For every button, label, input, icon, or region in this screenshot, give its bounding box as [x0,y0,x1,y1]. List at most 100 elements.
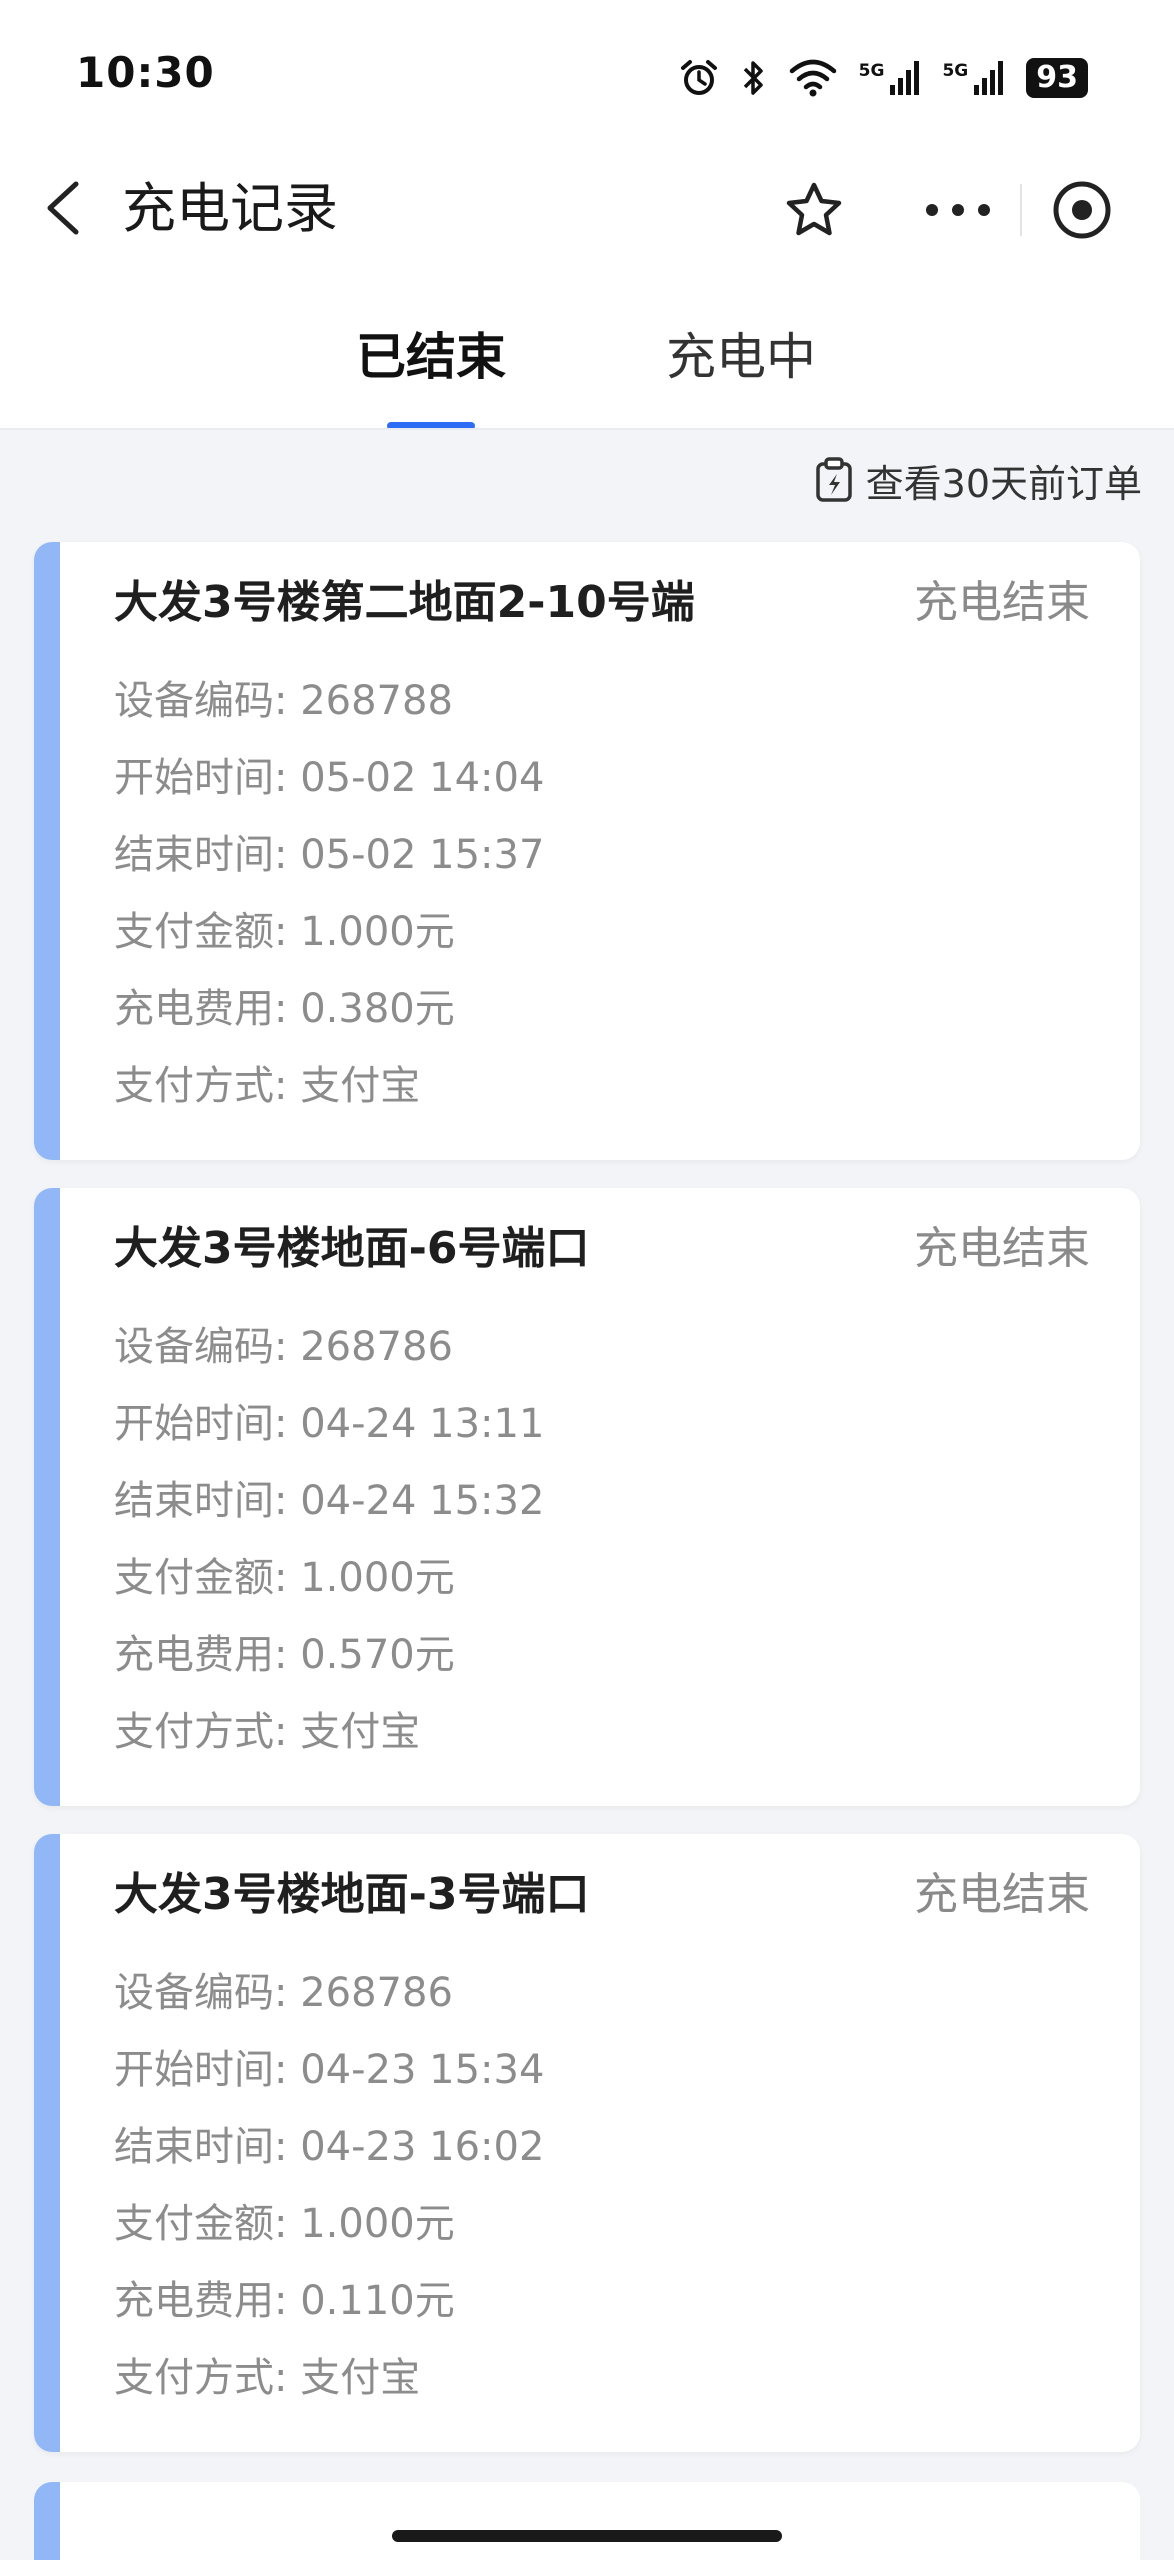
field-label: 开始时间: [114,1401,301,1447]
history-link-label: 查看30天前订单 [865,461,1142,506]
charge-fee-row: 充电费用: 0.110元 [114,2276,544,2353]
field-label: 支付金额: [114,2201,301,2247]
field-value: 1.000元 [300,909,455,955]
payment-method-row: 支付方式: 支付宝 [114,2353,544,2430]
field-value: 0.570元 [300,1632,455,1678]
cell-signal-2: 5G [942,61,1004,95]
tab-bar: 已结束 充电中 [0,300,1174,430]
field-label: 设备编码: [114,1970,301,2016]
signal-label: 5G [942,61,969,81]
device-code-row: 设备编码: 268788 [114,676,544,753]
field-value: 1.000元 [300,2201,455,2247]
field-label: 支付方式: [114,1709,301,1755]
card-accent-stripe [34,2482,60,2560]
end-time-row: 结束时间: 05-02 15:37 [114,830,544,907]
field-value: 05-02 15:37 [300,832,545,878]
field-value: 04-24 13:11 [300,1401,545,1447]
field-label: 结束时间: [114,1478,301,1524]
end-time-row: 结束时间: 04-23 16:02 [114,2122,544,2199]
field-value: 支付宝 [300,1063,421,1109]
paid-amount-row: 支付金额: 1.000元 [114,907,544,984]
field-value: 0.380元 [300,986,455,1032]
paid-amount-row: 支付金额: 1.000元 [114,1553,544,1630]
status-icons: 5G 5G 93 [679,50,1088,106]
charge-fee-row: 充电费用: 0.570元 [114,1630,544,1707]
field-label: 充电费用: [114,986,301,1032]
record-status: 充电结束 [914,1869,1090,1920]
field-label: 开始时间: [114,2047,301,2093]
charge-record-card[interactable]: 大发3号楼第二地面2-10号端 充电结束 设备编码: 268788 开始时间: … [34,542,1140,1160]
field-label: 开始时间: [114,755,301,801]
status-bar: 10:30 5G 5G 93 [0,0,1174,150]
field-label: 充电费用: [114,2278,301,2324]
payment-method-row: 支付方式: 支付宝 [114,1061,544,1138]
card-accent-stripe [34,1188,60,1806]
field-label: 支付金额: [114,909,301,955]
field-label: 支付方式: [114,2355,301,2401]
field-value: 支付宝 [300,1709,421,1755]
paid-amount-row: 支付金额: 1.000元 [114,2199,544,2276]
star-icon [786,182,842,236]
card-accent-stripe [34,1834,60,2452]
field-label: 支付方式: [114,1063,301,1109]
record-title: 大发3号楼地面-6号端口 [114,1223,590,1274]
tab-ended[interactable]: 已结束 [356,322,506,392]
field-label: 结束时间: [114,2124,301,2170]
record-status: 充电结束 [914,577,1090,628]
field-value: 268788 [300,678,453,724]
target-close-icon [1053,181,1111,239]
field-label: 结束时间: [114,832,301,878]
wifi-icon [789,59,836,97]
nav-divider [1020,184,1022,236]
bluetooth-icon [743,61,763,95]
device-code-row: 设备编码: 268786 [114,1322,544,1399]
field-value: 04-24 15:32 [300,1478,545,1524]
page-title: 充电记录 [122,177,338,240]
field-label: 支付金额: [114,1555,301,1601]
field-value: 1.000元 [300,1555,455,1601]
device-code-row: 设备编码: 268786 [114,1968,544,2045]
cell-signal-1: 5G [859,61,921,95]
home-indicator[interactable] [392,2530,782,2542]
nav-bar: 充电记录 [0,150,1174,270]
start-time-row: 开始时间: 04-23 15:34 [114,2045,544,2122]
back-button[interactable] [34,176,94,240]
battery-indicator: 93 [1026,58,1088,98]
field-value: 268786 [300,1324,453,1370]
signal-bars-icon [974,61,1004,95]
field-label: 设备编码: [114,678,301,724]
tab-charging[interactable]: 充电中 [666,322,816,392]
field-value: 04-23 16:02 [300,2124,545,2170]
field-value: 268786 [300,1970,453,2016]
tabs-divider [0,428,1174,430]
charge-record-card-partial[interactable] [34,2482,1140,2560]
field-value: 支付宝 [300,2355,421,2401]
clipboard-lightning-icon [815,457,852,502]
card-accent-stripe [34,542,60,1160]
start-time-row: 开始时间: 04-24 13:11 [114,1399,544,1476]
record-title: 大发3号楼地面-3号端口 [114,1869,590,1920]
field-value: 04-23 15:34 [300,2047,545,2093]
end-time-row: 结束时间: 04-24 15:32 [114,1476,544,1553]
more-dots-icon [926,204,990,216]
close-miniprogram-button[interactable] [1050,178,1114,242]
record-title: 大发3号楼第二地面2-10号端 [114,577,695,628]
payment-method-row: 支付方式: 支付宝 [114,1707,544,1784]
record-status: 充电结束 [914,1223,1090,1274]
field-value: 05-02 14:04 [300,755,545,801]
field-label: 充电费用: [114,1632,301,1678]
charge-fee-row: 充电费用: 0.380元 [114,984,544,1061]
charge-record-card[interactable]: 大发3号楼地面-6号端口 充电结束 设备编码: 268786 开始时间: 04-… [34,1188,1140,1806]
signal-label: 5G [858,61,885,81]
chevron-left-icon [47,181,79,235]
charge-record-card[interactable]: 大发3号楼地面-3号端口 充电结束 设备编码: 268786 开始时间: 04-… [34,1834,1140,2452]
favorite-button[interactable] [784,180,844,240]
alarm-icon [680,60,717,95]
more-button[interactable] [920,190,996,230]
start-time-row: 开始时间: 05-02 14:04 [114,753,544,830]
history-orders-link[interactable]: 查看30天前订单 [814,452,1142,508]
signal-bars-icon [890,61,920,95]
status-time: 10:30 [76,48,215,97]
field-label: 设备编码: [114,1324,301,1370]
field-value: 0.110元 [300,2278,455,2324]
